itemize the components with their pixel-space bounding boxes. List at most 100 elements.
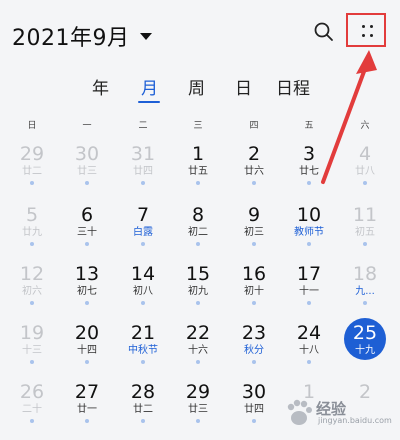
lunar-date: 二十: [22, 404, 42, 415]
lunar-date: 廿二: [133, 404, 153, 415]
event-dot: [252, 360, 256, 364]
day-cell[interactable]: 7 白露: [121, 204, 165, 262]
day-cell[interactable]: 8 初二: [176, 204, 220, 262]
day-number: 29: [19, 143, 45, 165]
event-dot: [85, 360, 89, 364]
day-cell[interactable]: 4 廿八: [343, 143, 387, 201]
lunar-date: 十六: [188, 345, 208, 356]
event-dot: [141, 419, 145, 423]
lunar-date: 十九: [355, 345, 375, 356]
day-cell[interactable]: 9 初三: [232, 204, 276, 262]
day-cell[interactable]: 15 初九: [176, 263, 220, 321]
lunar-date: 廿七: [299, 166, 319, 177]
event-dot: [141, 242, 145, 246]
event-dot: [307, 181, 311, 185]
day-number: 3: [302, 143, 316, 165]
day-number: 20: [74, 322, 100, 344]
lunar-date: 廿二: [22, 166, 42, 177]
lunar-date: 廿八: [355, 166, 375, 177]
day-cell[interactable]: 27 廿一: [65, 381, 109, 439]
day-number: 30: [74, 143, 100, 165]
festival-label: 九...: [355, 286, 375, 297]
event-dot: [30, 301, 34, 305]
lunar-date: 十四: [77, 345, 97, 356]
day-cell[interactable]: 21 中秋节: [121, 322, 165, 380]
day-cell[interactable]: 31 廿四: [121, 143, 165, 201]
lunar-date: 初八: [133, 286, 153, 297]
day-number: 23: [241, 322, 267, 344]
day-number: 28: [130, 381, 156, 403]
day-cell[interactable]: 1: [287, 381, 331, 439]
day-cell[interactable]: 18 九...: [343, 263, 387, 321]
day-cell[interactable]: 13 初七: [65, 263, 109, 321]
event-dot: [363, 301, 367, 305]
day-cell[interactable]: 23 秋分: [232, 322, 276, 380]
day-cell[interactable]: 20 十四: [65, 322, 109, 380]
day-number: 15: [185, 263, 211, 285]
lunar-date: 廿四: [244, 404, 264, 415]
day-cell[interactable]: 6 三十: [65, 204, 109, 262]
event-dot: [196, 242, 200, 246]
day-number: 18: [352, 263, 378, 285]
day-number: 4: [358, 143, 372, 165]
day-cell[interactable]: 17 十一: [287, 263, 331, 321]
day-cell[interactable]: 12 初六: [10, 263, 54, 321]
day-number: 16: [241, 263, 267, 285]
lunar-date: 廿三: [77, 166, 97, 177]
event-dot: [85, 419, 89, 423]
day-number: 31: [130, 143, 156, 165]
day-cell[interactable]: 14 初八: [121, 263, 165, 321]
event-dot: [196, 419, 200, 423]
day-cell[interactable]: 10 教师节: [287, 204, 331, 262]
day-number: 19: [19, 322, 45, 344]
event-dot: [196, 301, 200, 305]
lunar-date: 初二: [188, 227, 208, 238]
day-number: 24: [296, 322, 322, 344]
event-dot: [85, 181, 89, 185]
event-dot: [141, 301, 145, 305]
day-cell[interactable]: 30 廿四: [232, 381, 276, 439]
day-cell[interactable]: 29 廿三: [176, 381, 220, 439]
festival-label: 秋分: [244, 345, 264, 356]
day-cell[interactable]: 26 二十: [10, 381, 54, 439]
day-cell[interactable]: 22 十六: [176, 322, 220, 380]
day-cell[interactable]: 2 廿六: [232, 143, 276, 201]
day-number: 22: [185, 322, 211, 344]
lunar-date: 十八: [299, 345, 319, 356]
day-cell[interactable]: 2: [343, 381, 387, 439]
day-number: 17: [296, 263, 322, 285]
event-dot: [252, 419, 256, 423]
day-cell[interactable]: 28 廿二: [121, 381, 165, 439]
event-dot: [252, 181, 256, 185]
day-cell[interactable]: 5 廿九: [10, 204, 54, 262]
day-number: 30: [241, 381, 267, 403]
event-dot: [30, 181, 34, 185]
lunar-date: 廿一: [77, 404, 97, 415]
day-cell[interactable]: 24 十八: [287, 322, 331, 380]
day-cell[interactable]: 3 廿七: [287, 143, 331, 201]
day-number: 25: [352, 322, 378, 344]
lunar-date: 初十: [244, 286, 264, 297]
day-cell-today[interactable]: 25 十九: [343, 318, 387, 380]
event-dot: [307, 360, 311, 364]
day-cell[interactable]: 29 廿二: [10, 143, 54, 201]
event-dot: [85, 301, 89, 305]
event-dot: [307, 242, 311, 246]
day-cell[interactable]: 19 十三: [10, 322, 54, 380]
lunar-date: 廿三: [188, 404, 208, 415]
festival-label: 教师节: [294, 227, 324, 238]
day-cell[interactable]: 1 廿五: [176, 143, 220, 201]
day-cell[interactable]: 30 廿三: [65, 143, 109, 201]
day-number: 5: [25, 204, 39, 226]
event-dot: [252, 301, 256, 305]
day-number: 1: [191, 143, 205, 165]
lunar-date: 廿五: [188, 166, 208, 177]
day-cell[interactable]: 16 初十: [232, 263, 276, 321]
event-dot: [363, 242, 367, 246]
day-cell[interactable]: 11 初五: [343, 204, 387, 262]
day-number: 21: [130, 322, 156, 344]
lunar-date: 初三: [244, 227, 264, 238]
event-dot: [196, 181, 200, 185]
event-dot: [141, 360, 145, 364]
day-number: 27: [74, 381, 100, 403]
